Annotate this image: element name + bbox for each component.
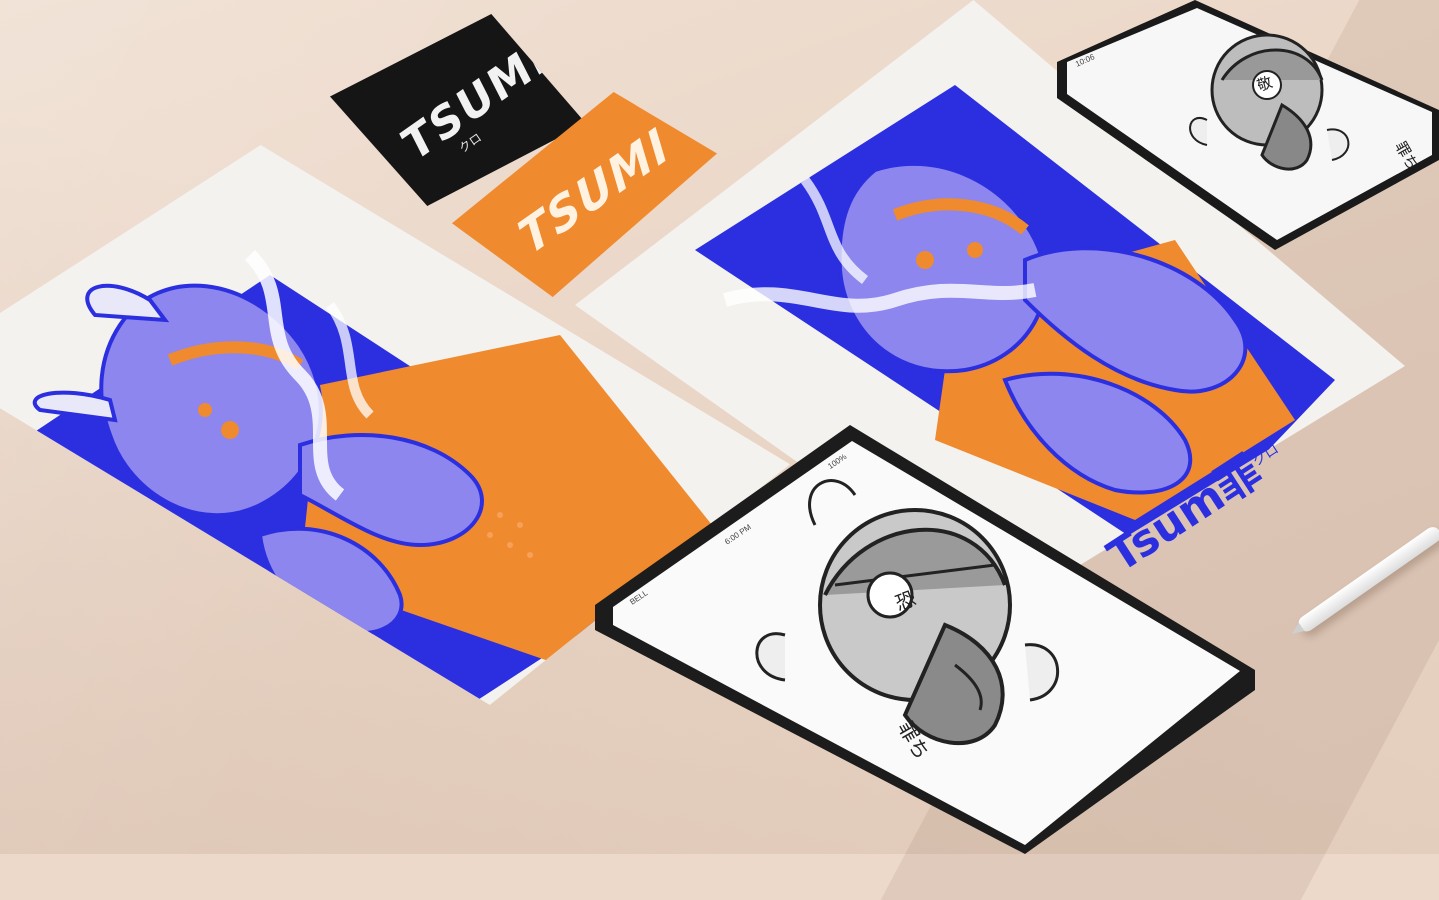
tablet-body (595, 425, 1255, 854)
tablet: BELL 6:00 PM 100% 恐 罪ち (595, 425, 1255, 854)
phone-body (1057, 0, 1439, 250)
smartphone: 10:06 敬 罪ち (1057, 0, 1439, 250)
mockup-scene: TSUMI クロ TSUMI 10:06 敬 罪ち Tsum罪クロ BELL 6… (0, 0, 1439, 900)
